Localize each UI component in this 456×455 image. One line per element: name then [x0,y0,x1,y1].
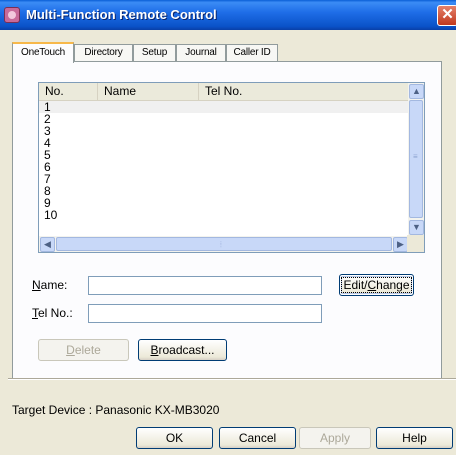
name-label: Name: [32,278,68,292]
list-item[interactable]: 9 [39,197,409,209]
list-item[interactable]: 8 [39,185,409,197]
scrollbar-corner [407,235,424,252]
chevron-left-icon: ◀ [44,239,51,249]
edit-change-button[interactable]: Edit/Change [339,274,414,296]
tab-onetouch[interactable]: OneTouch [12,42,74,63]
dialog-body: OneTouch Directory Setup Journal Caller … [0,30,456,455]
onetouch-panel: No. Name Tel No. 1 2 3 4 5 6 7 8 9 10 ▲ … [12,61,442,379]
list-item[interactable]: 7 [39,173,409,185]
name-input[interactable] [88,276,322,295]
cancel-button[interactable]: Cancel [219,427,296,449]
column-header-no[interactable]: No. [39,83,98,100]
list-item[interactable]: 2 [39,113,409,125]
target-device-label: Target Device : Panasonic KX-MB3020 [12,403,220,417]
close-icon: ✕ [441,6,454,23]
tab-caller-id[interactable]: Caller ID [226,44,278,62]
tel-input[interactable] [88,304,322,323]
window-title: Multi-Function Remote Control [26,7,217,22]
divider [8,378,456,380]
tab-setup[interactable]: Setup [133,44,176,62]
chevron-down-icon: ▼ [412,222,421,232]
vertical-scrollbar[interactable]: ▲ ≡ ▼ [408,83,424,236]
list-item[interactable]: 10 [39,209,409,221]
tab-directory[interactable]: Directory [74,44,133,62]
list-item[interactable]: 4 [39,137,409,149]
list-item[interactable]: 1 [39,101,409,113]
column-header-name[interactable]: Name [98,83,199,100]
scroll-down-button[interactable]: ▼ [409,220,424,235]
tab-journal[interactable]: Journal [176,44,226,62]
vertical-scroll-thumb[interactable]: ≡ [409,100,423,218]
broadcast-button[interactable]: Broadcast... [138,339,227,361]
horizontal-scrollbar[interactable]: ◀ ⦙ ▶ [39,236,409,252]
chevron-right-icon: ▶ [397,239,404,249]
ok-button[interactable]: OK [136,427,213,449]
chevron-up-icon: ▲ [412,86,421,96]
scroll-up-button[interactable]: ▲ [409,84,424,99]
list-header: No. Name Tel No. [39,83,409,101]
list-item[interactable]: 6 [39,161,409,173]
list-item[interactable]: 5 [39,149,409,161]
list-item[interactable]: 3 [39,125,409,137]
close-button[interactable]: ✕ [437,5,456,26]
app-remote-icon [4,7,20,23]
delete-button[interactable]: Delete [38,339,129,361]
help-button[interactable]: Help [376,427,453,449]
grip-icon: ⦙ [220,240,222,249]
column-header-tel[interactable]: Tel No. [199,83,409,100]
scroll-left-button[interactable]: ◀ [40,237,55,252]
onetouch-list[interactable]: No. Name Tel No. 1 2 3 4 5 6 7 8 9 10 ▲ … [38,82,425,253]
tel-label: Tel No.: [32,306,73,320]
title-bar[interactable]: Multi-Function Remote Control ✕ [0,0,456,30]
apply-button[interactable]: Apply [299,427,371,449]
grip-icon: ≡ [413,152,418,161]
horizontal-scroll-thumb[interactable]: ⦙ [56,237,392,251]
scroll-right-button[interactable]: ▶ [393,237,408,252]
list-rows: 1 2 3 4 5 6 7 8 9 10 [39,101,409,221]
